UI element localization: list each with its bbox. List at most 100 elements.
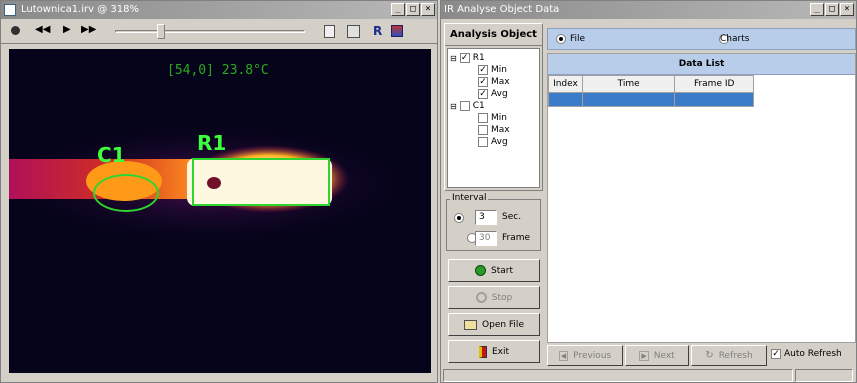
collapse-icon[interactable]: ⊟: [450, 102, 457, 111]
r1-min-checkbox[interactable]: ✓: [478, 65, 488, 75]
refresh-button[interactable]: ↻ Refresh: [691, 345, 767, 366]
tree-node-r1-avg[interactable]: ✓ Avg: [478, 88, 508, 100]
r1-label: R1: [197, 131, 227, 155]
interval-frames-input[interactable]: 30: [475, 231, 497, 246]
viewer-app-icon: [4, 4, 16, 16]
auto-refresh-checkbox[interactable]: ✓: [771, 349, 781, 359]
exit-door-icon: [478, 345, 487, 358]
auto-refresh-toggle[interactable]: ✓ Auto Refresh: [771, 349, 842, 359]
viewer-title: Lutownica1.irv @ 318%: [21, 4, 139, 15]
interval-group: Interval 3 Sec. 30 Frame: [446, 193, 541, 251]
tree-label: Avg: [491, 137, 508, 147]
tree-label: C1: [472, 101, 485, 111]
stop-icon: [475, 292, 487, 303]
tree-node-r1[interactable]: ⊟ ✓ R1: [450, 52, 485, 64]
exit-label: Exit: [491, 346, 510, 357]
tree-label: Min: [491, 113, 507, 123]
file-radio[interactable]: [556, 34, 566, 44]
start-label: Start: [491, 265, 513, 276]
next-button[interactable]: ▶ Next: [625, 345, 689, 366]
collapse-icon[interactable]: ⊟: [450, 54, 457, 63]
previous-button[interactable]: ◀ Previous: [547, 345, 623, 366]
r1-checkbox[interactable]: ✓: [459, 53, 470, 63]
palette-icon[interactable]: [391, 25, 403, 37]
tree-label: Avg: [491, 89, 508, 99]
analyse-title: IR Analyse Object Data: [444, 4, 560, 15]
close-button[interactable]: ×: [840, 3, 854, 16]
r1-avg-checkbox[interactable]: ✓: [478, 89, 488, 99]
c1-avg-checkbox[interactable]: [478, 137, 488, 147]
status-bar: [443, 369, 793, 382]
data-list-table: Index Time Frame ID: [548, 75, 754, 107]
minimize-button[interactable]: _: [810, 3, 824, 16]
tree-label: Min: [491, 65, 507, 75]
analyse-object-data-window: IR Analyse Object Data _ □ × Analysis Ob…: [440, 0, 857, 383]
start-icon: [475, 265, 486, 276]
table-row[interactable]: [548, 92, 754, 107]
table-cell: [548, 92, 583, 107]
next-label: Next: [653, 350, 675, 361]
rewind-icon[interactable]: ◀◀: [35, 24, 50, 35]
c1-max-checkbox[interactable]: [478, 125, 488, 135]
c1-min-checkbox[interactable]: [478, 113, 488, 123]
copy-icon[interactable]: [324, 25, 335, 38]
playback-slider-thumb[interactable]: [157, 24, 165, 39]
column-header-frame-id[interactable]: Frame ID: [674, 75, 754, 93]
tree-node-c1[interactable]: ⊟ C1: [450, 100, 485, 112]
thermal-image[interactable]: [54,0] 23.8°C C1 R1: [9, 49, 431, 373]
thermal-viewer-window: Lutownica1.irv @ 318% _ □ × ◀◀ ▶ ▶▶ R [5…: [0, 0, 438, 383]
close-button[interactable]: ×: [421, 3, 435, 16]
view-option-bar: File Charts: [547, 28, 856, 50]
open-folder-icon: [464, 319, 478, 330]
file-radio-label: File: [570, 34, 586, 44]
minimize-button[interactable]: _: [391, 3, 405, 16]
r1-max-checkbox[interactable]: ✓: [478, 77, 488, 87]
analysis-icon[interactable]: R: [373, 24, 382, 38]
next-icon: ▶: [639, 350, 649, 361]
c1-checkbox[interactable]: [459, 101, 470, 111]
tree-node-r1-min[interactable]: ✓ Min: [478, 64, 507, 76]
auto-refresh-label: Auto Refresh: [784, 349, 842, 359]
stop-button[interactable]: Stop: [448, 286, 540, 309]
refresh-icon: ↻: [705, 350, 714, 361]
tree-node-r1-max[interactable]: ✓ Max: [478, 76, 510, 88]
maximize-button[interactable]: □: [406, 3, 420, 16]
tree-node-c1-avg[interactable]: Avg: [478, 136, 508, 148]
playback-slider-track[interactable]: [115, 30, 305, 33]
interval-seconds-radio[interactable]: [454, 213, 464, 223]
maximize-button[interactable]: □: [825, 3, 839, 16]
column-header-time[interactable]: Time: [581, 75, 676, 93]
player-toolbar: ◀◀ ▶ ▶▶ R: [1, 20, 437, 44]
previous-label: Previous: [573, 350, 612, 361]
data-list-title: Data List: [548, 54, 855, 75]
status-bar-panel: [795, 369, 853, 382]
open-file-button[interactable]: Open File: [448, 313, 540, 336]
interval-seconds-input[interactable]: 3: [475, 210, 497, 225]
c1-label: C1: [97, 143, 126, 167]
tree-label: Max: [491, 77, 510, 87]
previous-icon: ◀: [558, 350, 569, 361]
c1-ellipse-roi[interactable]: [93, 174, 159, 212]
analysis-object-panel: Analysis Object ⊟ ✓ R1 ✓ Min ✓ Max ✓ Avg…: [444, 23, 543, 191]
play-icon[interactable]: ▶: [63, 24, 71, 35]
record-icon[interactable]: [11, 26, 20, 35]
start-button[interactable]: Start: [448, 259, 540, 282]
tree-node-c1-max[interactable]: Max: [478, 124, 510, 136]
thermal-image-canvas: [9, 119, 429, 249]
tree-node-c1-min[interactable]: Min: [478, 112, 507, 124]
object-tree: ⊟ ✓ R1 ✓ Min ✓ Max ✓ Avg ⊟ C1 Min Max Av…: [447, 48, 540, 188]
data-list-panel: Data List Index Time Frame ID: [547, 53, 856, 343]
column-header-index[interactable]: Index: [548, 75, 583, 93]
save-image-icon[interactable]: [347, 25, 360, 38]
analyse-title-bar: IR Analyse Object Data _ □ ×: [441, 1, 856, 19]
r1-rectangle-roi[interactable]: [192, 158, 330, 206]
temperature-readout: [54,0] 23.8°C: [167, 63, 269, 78]
tree-label: Max: [491, 125, 510, 135]
exit-button[interactable]: Exit: [448, 340, 540, 363]
interval-seconds-label: Sec.: [502, 212, 522, 222]
list-navigation-bar: ◀ Previous ▶ Next ↻ Refresh ✓ Auto Refre…: [547, 345, 856, 367]
interval-frames-label: Frame: [502, 233, 531, 243]
charts-radio-label: Charts: [720, 34, 750, 44]
table-cell: [674, 92, 754, 107]
fast-forward-icon[interactable]: ▶▶: [81, 24, 96, 35]
